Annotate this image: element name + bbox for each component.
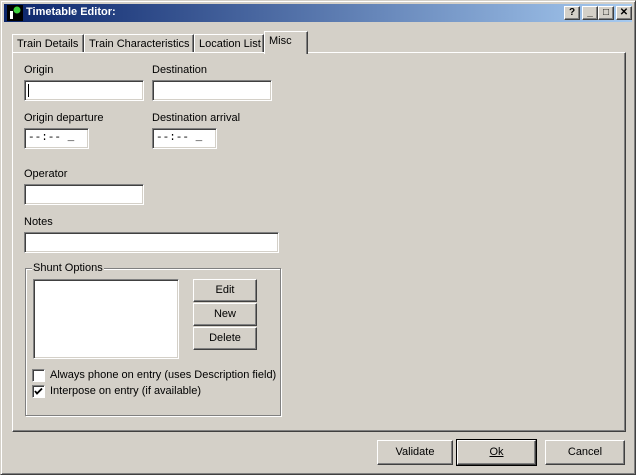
destination-arrival-input[interactable]: --:-- _ [152, 128, 217, 149]
title-bar[interactable]: Timetable Editor: ? _ □ ✕ [4, 4, 632, 22]
tab-location-list[interactable]: Location List [194, 34, 264, 53]
origin-departure-input[interactable]: --:-- _ [24, 128, 89, 149]
misc-panel: Origin Destination Origin departure --:-… [12, 52, 626, 432]
notes-input[interactable] [24, 232, 279, 253]
always-phone-checkbox[interactable] [32, 369, 45, 382]
destination-arrival-label: Destination arrival [152, 112, 241, 124]
app-icon [7, 5, 23, 21]
validate-button[interactable]: Validate [377, 440, 453, 465]
checkmark-icon [34, 387, 43, 395]
operator-input[interactable] [24, 184, 144, 205]
ok-button[interactable]: Ok [456, 439, 537, 466]
destination-label: Destination [152, 64, 208, 76]
help-button[interactable]: ? [564, 6, 580, 20]
minimize-button[interactable]: _ [582, 6, 598, 20]
tab-misc[interactable]: Misc [264, 31, 308, 54]
interpose-label: Interpose on entry (if available) [50, 385, 202, 397]
shunt-options-title: Shunt Options [32, 262, 104, 274]
window-title: Timetable Editor: [26, 6, 116, 18]
delete-button[interactable]: Delete [193, 327, 257, 350]
tab-train-details[interactable]: Train Details [12, 34, 84, 53]
shunt-options-list[interactable] [33, 279, 179, 359]
origin-label: Origin [24, 64, 54, 76]
maximize-button[interactable]: □ [598, 6, 614, 20]
cancel-button[interactable]: Cancel [545, 440, 625, 465]
edit-button[interactable]: Edit [193, 279, 257, 302]
operator-label: Operator [24, 168, 68, 180]
tab-train-characteristics[interactable]: Train Characteristics [84, 34, 194, 53]
close-button[interactable]: ✕ [616, 6, 632, 20]
destination-input[interactable] [152, 80, 272, 101]
shunt-options-group: Shunt Options Edit New Delete Always pho… [25, 262, 281, 416]
new-button[interactable]: New [193, 303, 257, 326]
timetable-editor-window: Timetable Editor: ? _ □ ✕ Train Details … [0, 0, 636, 475]
always-phone-label: Always phone on entry (uses Description … [50, 369, 277, 381]
ok-button-label: Ok [489, 446, 504, 458]
interpose-checkbox[interactable] [32, 385, 45, 398]
notes-label: Notes [24, 216, 53, 228]
cancel-button-label: Cancel [567, 446, 603, 458]
origin-input[interactable] [24, 80, 144, 101]
text-caret [28, 84, 29, 97]
origin-departure-label: Origin departure [24, 112, 104, 124]
